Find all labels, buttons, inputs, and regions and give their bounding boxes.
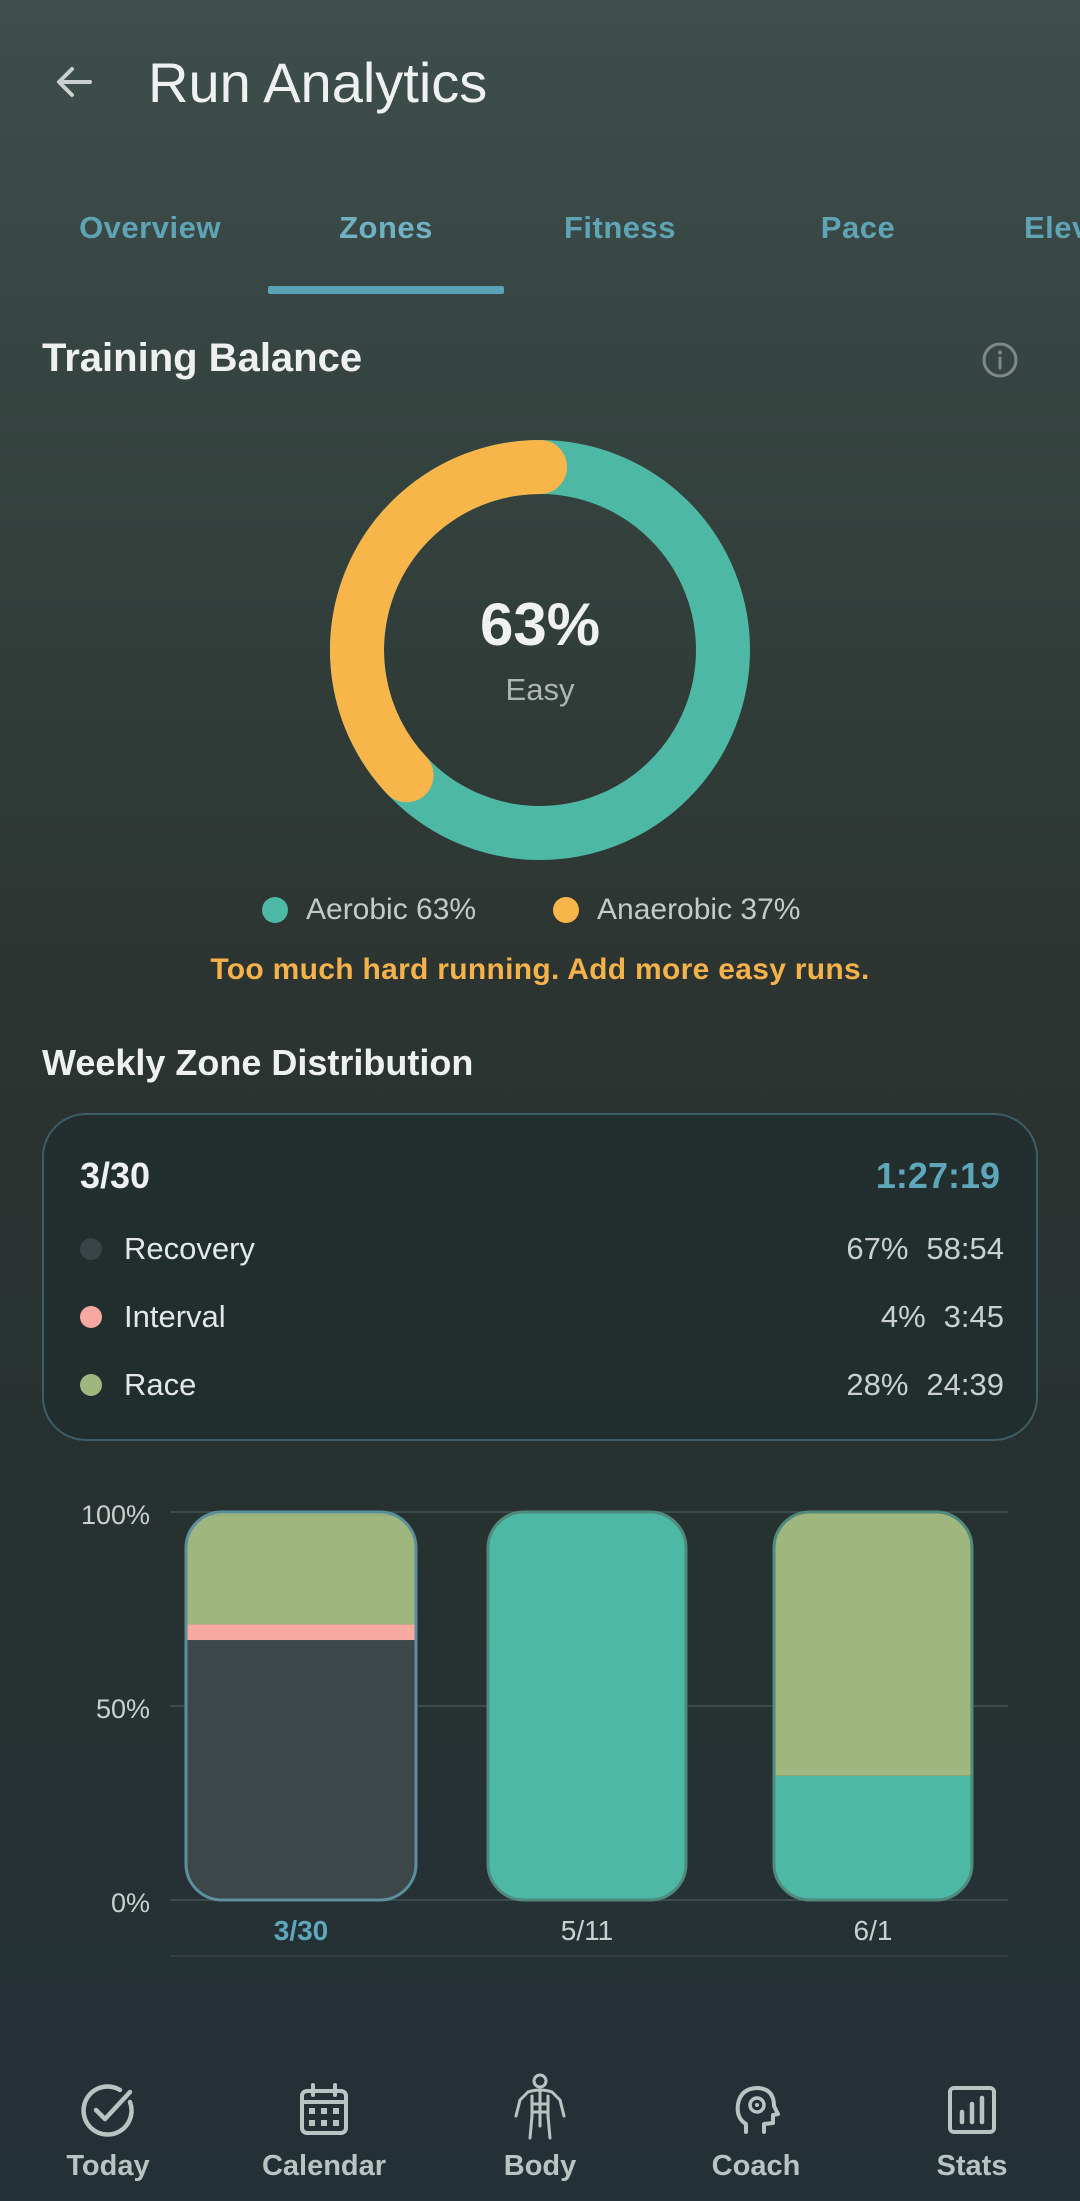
nav-calendar[interactable]: Calendar <box>244 2060 404 2201</box>
info-icon <box>982 342 1018 378</box>
y-tick-label: 100% <box>81 1500 150 1530</box>
nav-label: Coach <box>711 2150 801 2182</box>
zone-row-recovery: Recovery 67% 58:54 <box>80 1227 1004 1271</box>
race-dot <box>80 1374 102 1396</box>
page-title: Run Analytics <box>148 51 488 114</box>
zone-percent: 67% <box>846 1231 909 1266</box>
coach-head-icon <box>735 2086 780 2134</box>
y-tick-label: 0% <box>111 1888 150 1918</box>
bar-segment-race <box>774 1512 972 1776</box>
legend-aerobic: Aerobic 63% <box>262 890 476 930</box>
training-balance-title: Training Balance <box>42 336 363 380</box>
recovery-dot <box>80 1238 102 1260</box>
interval-dot <box>80 1306 102 1328</box>
zone-name: Interval <box>124 1299 226 1334</box>
info-button[interactable] <box>980 340 1020 380</box>
bar-6-1[interactable] <box>774 1512 972 1900</box>
weekly-zone-title: Weekly Zone Distribution <box>42 1042 474 1083</box>
legend-anaerobic-label: Anaerobic 37% <box>597 893 801 926</box>
bar-segment-aerobic <box>488 1512 686 1900</box>
zone-name: Race <box>124 1367 197 1402</box>
card-total-time: 1:27:19 <box>875 1155 1000 1196</box>
zone-percent: 4% <box>880 1299 926 1334</box>
nav-label: Body <box>503 2150 577 2182</box>
tab-zones[interactable]: Zones <box>268 210 504 246</box>
y-tick-label: 50% <box>96 1694 150 1724</box>
body-icon <box>514 2073 566 2140</box>
tab-overview[interactable]: Overview <box>58 210 242 246</box>
app-bar: Run Analytics <box>0 0 1080 170</box>
legend-anaerobic: Anaerobic 37% <box>553 890 800 930</box>
anaerobic-dot <box>553 897 579 923</box>
check-circle-icon <box>81 2084 134 2137</box>
bar-3-30[interactable] <box>186 1512 416 1900</box>
nav-label: Stats <box>936 2150 1008 2182</box>
stats-icon <box>948 2086 996 2134</box>
nav-label: Today <box>66 2150 150 2182</box>
bar-segment-aerobic <box>774 1775 972 1900</box>
back-button[interactable] <box>44 52 104 112</box>
aerobic-dot <box>262 897 288 923</box>
nav-coach[interactable]: Coach <box>676 2060 836 2201</box>
calendar-icon <box>300 2083 348 2135</box>
bottom-nav: Today Calendar Body Coach Stats <box>0 2060 1080 2201</box>
donut-center-value: 63% <box>479 591 601 658</box>
zone-time: 3:45 <box>943 1299 1004 1334</box>
zone-time: 58:54 <box>926 1231 1004 1266</box>
weekly-zone-chart: 100% 50% 0% 3/30 5/11 6/1 <box>81 1500 1008 1957</box>
zone-percent: 28% <box>846 1367 909 1402</box>
nav-body[interactable]: Body <box>460 2060 620 2201</box>
zone-row-race: Race 28% 24:39 <box>80 1363 1004 1407</box>
x-tick-label[interactable]: 3/30 <box>274 1915 329 1946</box>
tab-pace[interactable]: Pace <box>766 210 950 246</box>
balance-warning: Too much hard running. Add more easy run… <box>210 953 870 986</box>
arrow-left-icon <box>57 67 92 97</box>
tab-bar: Overview Zones Fitness Pace Elev <box>0 180 1080 295</box>
donut-center-label: Easy <box>505 672 575 707</box>
bar-segment-race <box>186 1515 416 1625</box>
zone-name: Recovery <box>124 1231 255 1266</box>
nav-label: Calendar <box>261 2150 387 2182</box>
bar-segment-recovery <box>186 1640 416 1900</box>
x-tick-label[interactable]: 5/11 <box>561 1915 613 1946</box>
zone-time: 24:39 <box>926 1367 1004 1402</box>
nav-today[interactable]: Today <box>28 2060 188 2201</box>
nav-stats[interactable]: Stats <box>892 2060 1052 2201</box>
x-tick-label[interactable]: 6/1 <box>854 1915 893 1946</box>
tab-elevation[interactable]: Elev <box>1024 210 1080 246</box>
tab-indicator <box>268 286 504 294</box>
zone-summary-card: 3/30 1:27:19 Recovery 67% 58:54 Interval… <box>42 1113 1038 1441</box>
card-week-label: 3/30 <box>80 1155 151 1196</box>
bar-5-11[interactable] <box>488 1512 686 1900</box>
bar-segment-interval <box>186 1624 416 1641</box>
zone-row-interval: Interval 4% 3:45 <box>80 1295 1004 1339</box>
legend-aerobic-label: Aerobic 63% <box>306 893 477 926</box>
tab-fitness[interactable]: Fitness <box>528 210 712 246</box>
